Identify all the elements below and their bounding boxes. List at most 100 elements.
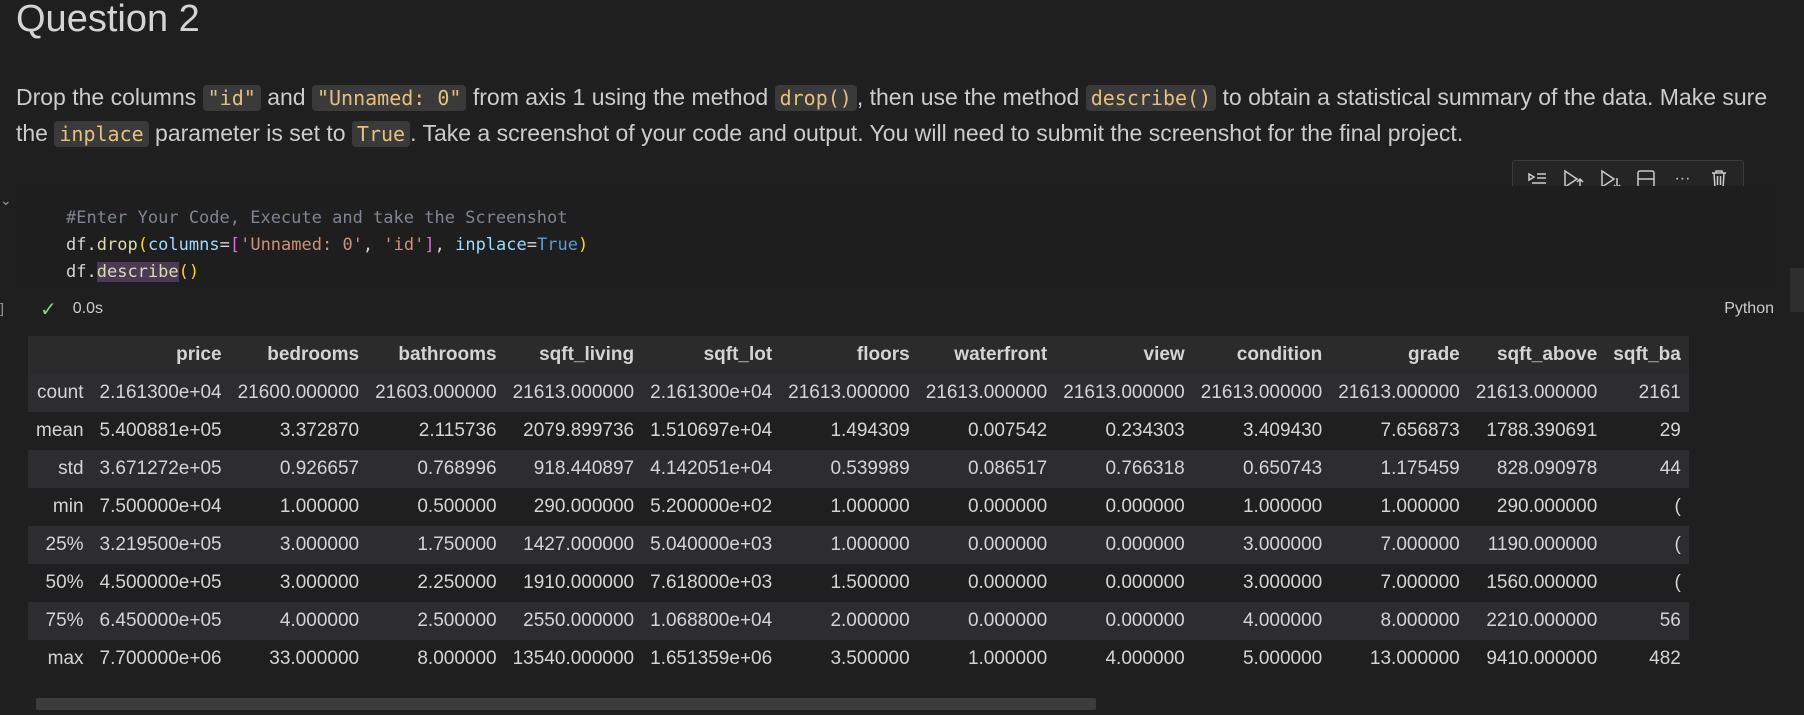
table-cell: 3.409430 bbox=[1192, 412, 1331, 450]
code-token: . bbox=[86, 235, 97, 255]
table-cell: 3.000000 bbox=[229, 526, 368, 564]
table-cell: 2.250000 bbox=[367, 564, 505, 602]
table-cell: 0.766318 bbox=[1055, 450, 1193, 488]
table-cell: 1560.000000 bbox=[1467, 564, 1606, 602]
table-cell: 828.090978 bbox=[1467, 450, 1606, 488]
code-cell-editor[interactable]: #Enter Your Code, Execute and take the S… bbox=[16, 186, 1776, 290]
code-token: , bbox=[362, 235, 384, 255]
code-token: 'id' bbox=[383, 235, 425, 255]
column-header: sqft_above bbox=[1467, 336, 1606, 374]
table-cell: 0.000000 bbox=[917, 526, 1056, 564]
execution-status: ✓ 0.0s bbox=[40, 298, 103, 321]
table-cell: 2210.000000 bbox=[1467, 602, 1606, 640]
table-cell: 3.000000 bbox=[229, 564, 368, 602]
table-cell: 1.068800e+04 bbox=[642, 602, 781, 640]
code-token: [ bbox=[229, 235, 241, 255]
table-cell: 0.539989 bbox=[780, 450, 918, 488]
table-cell: 7.000000 bbox=[1330, 564, 1468, 602]
code-token: drop bbox=[96, 235, 138, 255]
row-label: min bbox=[28, 488, 92, 526]
table-cell: 482 bbox=[1605, 640, 1689, 678]
kernel-language-button[interactable]: Python bbox=[1724, 300, 1774, 318]
table-cell: ( bbox=[1605, 526, 1689, 564]
table-cell: 13540.000000 bbox=[504, 640, 643, 678]
table-cell: 21603.000000 bbox=[367, 374, 505, 412]
question-heading: Question 2 bbox=[16, 0, 200, 40]
table-cell: 1.000000 bbox=[1192, 488, 1331, 526]
table-cell: 5.000000 bbox=[1192, 640, 1331, 678]
code-token: True bbox=[537, 235, 578, 255]
table-cell: 21613.000000 bbox=[917, 374, 1056, 412]
table-cell: 0.000000 bbox=[1055, 526, 1193, 564]
row-label: count bbox=[28, 374, 92, 412]
table-cell: 2.500000 bbox=[367, 602, 505, 640]
table-cell: 1.000000 bbox=[780, 488, 918, 526]
table-cell: 1.000000 bbox=[229, 488, 368, 526]
table-cell: 1.494309 bbox=[780, 412, 918, 450]
table-cell: 21613.000000 bbox=[780, 374, 918, 412]
table-cell: 7.656873 bbox=[1330, 412, 1468, 450]
table-cell: 56 bbox=[1605, 602, 1689, 640]
row-label: 25% bbox=[28, 526, 92, 564]
table-row: min 7.500000e+04 1.000000 0.500000 290.00000… bbox=[28, 488, 1689, 526]
code-token: ( bbox=[137, 235, 148, 255]
inline-code: "Unnamed: 0" bbox=[311, 85, 467, 111]
table-row: 75% 6.450000e+05 4.000000 2.500000 2550.0000… bbox=[28, 602, 1689, 640]
table-cell: 0.000000 bbox=[917, 488, 1056, 526]
table-cell: 2.161300e+04 bbox=[642, 374, 781, 412]
column-header: bathrooms bbox=[367, 336, 505, 374]
table-cell: 2.115736 bbox=[367, 412, 505, 450]
code-token: () bbox=[178, 262, 200, 282]
column-header: bedrooms bbox=[229, 336, 368, 374]
table-row: 25% 3.219500e+05 3.000000 1.750000 1427.0000… bbox=[28, 526, 1689, 564]
describe-table: price bedrooms bathrooms sqft_living sqft_lo… bbox=[28, 336, 1689, 678]
row-label: 50% bbox=[28, 564, 92, 602]
table-cell: 5.040000e+03 bbox=[642, 526, 781, 564]
instruction-text: . Take a screenshot of your code and out… bbox=[410, 120, 1464, 146]
column-header: sqft_lot bbox=[642, 336, 781, 374]
instruction-text: Drop the columns bbox=[16, 84, 203, 110]
table-cell: 1.510697e+04 bbox=[642, 412, 781, 450]
table-cell: 2079.899736 bbox=[504, 412, 643, 450]
table-cell: 1190.000000 bbox=[1467, 526, 1606, 564]
column-header: floors bbox=[780, 336, 918, 374]
table-cell: 0.000000 bbox=[1055, 564, 1193, 602]
table-cell: 21613.000000 bbox=[504, 374, 643, 412]
table-cell: 3.671272e+05 bbox=[91, 450, 230, 488]
table-cell: 0.086517 bbox=[917, 450, 1056, 488]
table-cell: 1.500000 bbox=[780, 564, 918, 602]
table-cell: 3.372870 bbox=[229, 412, 368, 450]
inline-code: inplace bbox=[54, 121, 149, 147]
table-cell: 0.926657 bbox=[229, 450, 368, 488]
inline-code: "id" bbox=[202, 85, 261, 111]
horizontal-scrollbar[interactable] bbox=[36, 698, 1096, 710]
table-cell: 7.500000e+04 bbox=[91, 488, 230, 526]
instruction-text: parameter is set to bbox=[148, 120, 352, 146]
table-cell: 7.700000e+06 bbox=[91, 640, 230, 678]
table-row: max 7.700000e+06 33.000000 8.000000 13540.00… bbox=[28, 640, 1689, 678]
table-cell: 8.000000 bbox=[367, 640, 505, 678]
instruction-text: , then use the method bbox=[856, 84, 1086, 110]
table-cell: ( bbox=[1605, 564, 1689, 602]
execution-count-bracket: ] bbox=[0, 300, 4, 316]
inline-code: True bbox=[351, 121, 411, 147]
check-icon: ✓ bbox=[40, 298, 57, 321]
table-cell: 0.000000 bbox=[1055, 488, 1193, 526]
table-cell: 21613.000000 bbox=[1467, 374, 1606, 412]
table-cell: 918.440897 bbox=[504, 450, 643, 488]
column-header bbox=[28, 336, 92, 374]
table-cell: 0.000000 bbox=[917, 564, 1056, 602]
inline-code: drop() bbox=[774, 85, 857, 111]
column-header: sqft_living bbox=[504, 336, 643, 374]
code-line-describe: df.describe() bbox=[66, 262, 199, 282]
table-cell: 21613.000000 bbox=[1330, 374, 1468, 412]
code-token: , bbox=[434, 235, 456, 255]
table-cell: 3.000000 bbox=[1192, 564, 1331, 602]
code-comment-line: #Enter Your Code, Execute and take the S… bbox=[66, 208, 568, 228]
table-cell: 3.500000 bbox=[780, 640, 918, 678]
table-cell: 0.234303 bbox=[1055, 412, 1193, 450]
vertical-scrollbar[interactable] bbox=[1790, 268, 1804, 312]
table-row: count 2.161300e+04 21600.000000 21603.00000… bbox=[28, 374, 1689, 412]
code-token: = bbox=[219, 235, 230, 255]
collapse-cell-chevron-icon[interactable]: ⌄ bbox=[0, 193, 14, 207]
